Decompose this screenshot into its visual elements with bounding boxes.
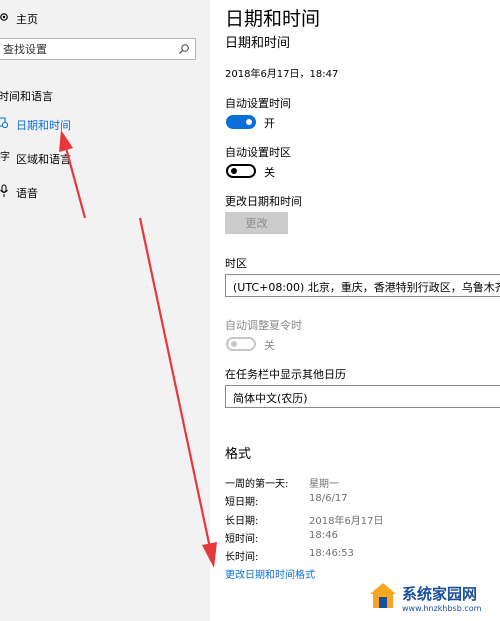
- annotation-arrow-up: [59, 130, 87, 219]
- annotation-arrows: [59, 130, 217, 568]
- annotation-arrow-down: [138, 217, 217, 568]
- house-logo-icon: [370, 583, 396, 608]
- watermark-title: 系统家园网: [402, 585, 478, 603]
- watermark: 系统家园网 www.hnzkhbsb.com: [362, 575, 500, 621]
- watermark-url: www.hnzkhbsb.com: [402, 604, 482, 613]
